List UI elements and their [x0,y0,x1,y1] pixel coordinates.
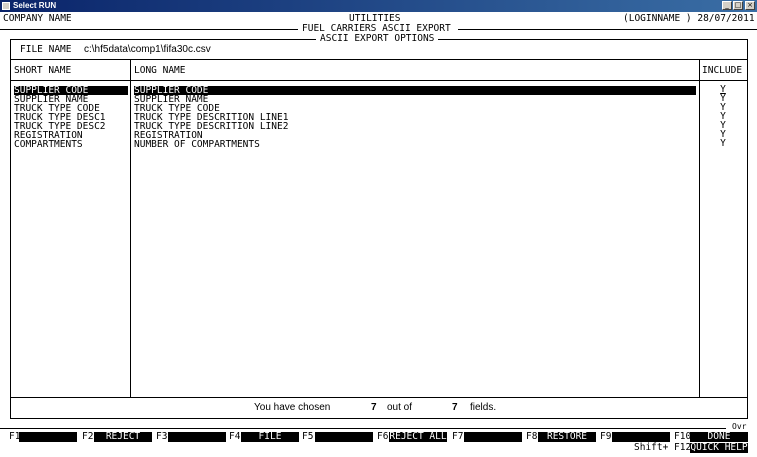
done-button[interactable]: DONE [690,432,748,442]
file-button[interactable]: FILE [241,432,299,442]
f5-button[interactable] [315,432,373,442]
list-item-long[interactable]: NUMBER OF COMPARTMENTS [134,140,260,150]
insert-mode-indicator: Ovr [732,422,747,431]
chosen-count: 7 [371,402,377,413]
f9-button[interactable] [612,432,670,442]
f4-key: F4 [229,431,241,442]
file-divider [10,59,748,60]
status-rule [0,428,726,429]
list-item-long[interactable]: SUPPLIER CODE [134,86,696,95]
short-name-header: SHORT NAME [14,65,72,76]
f10-key: F10 [674,431,692,442]
f3-key: F3 [156,431,168,442]
summary-middle: out of [387,402,413,413]
file-name-input[interactable]: c:\hf5data\comp1\fifa30c.csv [84,45,211,55]
header-rule-left [0,29,298,30]
header-rule-right [458,29,757,30]
include-flag[interactable]: Y [718,139,728,149]
maximize-button[interactable]: □ [733,1,743,10]
f5-key: F5 [302,431,314,442]
file-name-label: FILE NAME [20,44,72,55]
close-button[interactable]: × [745,1,755,10]
f3-button[interactable] [168,432,226,442]
section-title: ASCII EXPORT OPTIONS [316,34,439,44]
summary-prefix: You have chosen [254,402,331,413]
summary-divider [10,397,748,398]
shift-f12-key: Shift+ F12 [634,442,692,453]
f9-key: F9 [600,431,612,442]
long-name-header: LONG NAME [134,65,186,76]
reject-all-button[interactable]: REJECT ALL [389,432,447,442]
restore-button[interactable]: RESTORE [538,432,596,442]
f6-key: F6 [377,431,389,442]
total-count: 7 [452,402,458,413]
header-divider [10,80,748,81]
login-date: (LOGINNAME ) 28/07/2011 [623,13,755,24]
window-title: Select RUN [13,1,57,10]
include-header: INCLUDE [702,65,743,76]
f7-key: F7 [452,431,464,442]
f2-key: F2 [82,431,94,442]
f7-button[interactable] [464,432,522,442]
summary-suffix: fields. [470,402,497,413]
reject-button[interactable]: REJECT [94,432,152,442]
column-divider-1 [130,59,131,397]
f1-button[interactable] [19,432,77,442]
f8-key: F8 [526,431,538,442]
window-title-bar: Select RUN _ □ × [0,0,757,12]
minimize-button[interactable]: _ [722,1,732,10]
quick-help-button[interactable]: QUICK HELP [690,443,748,453]
app-icon [2,2,10,10]
company-name: COMPANY NAME [3,13,72,24]
column-divider-2 [699,59,700,397]
list-item-short[interactable]: COMPARTMENTS [14,140,83,150]
options-frame [10,39,748,419]
